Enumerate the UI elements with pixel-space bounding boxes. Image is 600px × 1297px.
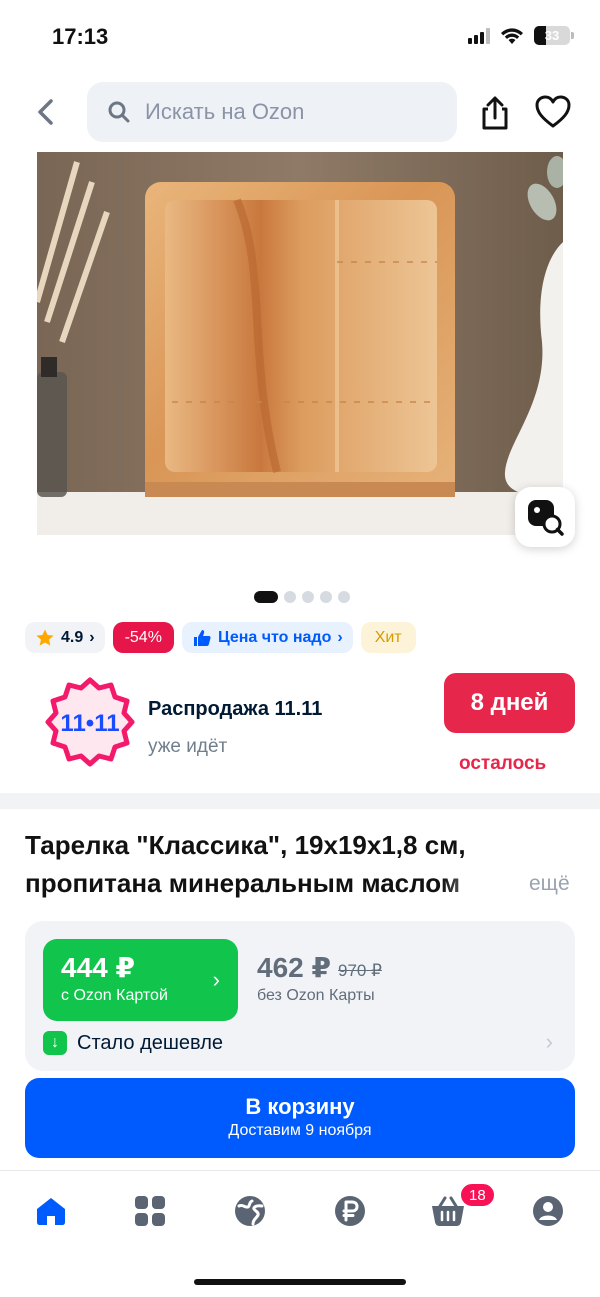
cart-count-badge: 18: [459, 1182, 496, 1208]
page-dot[interactable]: [320, 591, 332, 603]
ruble-icon: [335, 1196, 365, 1226]
page-dot[interactable]: [284, 591, 296, 603]
profile-icon: [533, 1196, 563, 1226]
bottom-navigation: 18: [0, 1170, 600, 1297]
add-to-cart-label: В корзину: [245, 1094, 355, 1119]
old-price: 970 ₽: [338, 961, 382, 980]
regular-price: 462 ₽: [257, 952, 331, 983]
product-image[interactable]: [37, 152, 563, 535]
price-drop-row[interactable]: ↓ Стало дешевле: [43, 1031, 223, 1055]
star-icon: [36, 629, 54, 646]
status-time: 17:13: [52, 24, 109, 49]
discount-badge: -54%: [112, 622, 174, 653]
product-title-line2: пропитана минеральным маслом: [25, 868, 461, 898]
header: Искать на Ozon: [0, 82, 600, 142]
product-title: Тарелка "Классика", 19х19х1,8 см, пропит…: [25, 826, 585, 902]
good-price-label: Цена что надо: [217, 628, 332, 646]
days-left-badge: 8 дней: [444, 673, 575, 733]
share-button[interactable]: [478, 94, 512, 132]
delivery-date: Доставим 9 ноября: [228, 1122, 372, 1139]
search-input[interactable]: Искать на Ozon: [87, 82, 457, 142]
chevron-right-icon: ›: [545, 1029, 553, 1054]
show-more-link[interactable]: ещё: [529, 872, 570, 896]
good-price-badge[interactable]: Цена что надо ›: [181, 622, 353, 653]
section-divider: [0, 793, 600, 809]
tab-finance[interactable]: [332, 1193, 368, 1229]
tab-fresh[interactable]: [232, 1193, 268, 1229]
regular-price-label: без Ozon Карты: [257, 987, 375, 1004]
chevron-right-icon: ›: [212, 967, 220, 992]
ozon-card-price: 444 ₽: [61, 952, 135, 983]
chevron-right-icon: ›: [337, 628, 343, 646]
battery-icon: 33: [534, 26, 574, 45]
battery-level: 33: [544, 28, 560, 43]
ozon-card-label: с Ozon Картой: [61, 987, 168, 1004]
search-placeholder: Искать на Ozon: [145, 99, 305, 124]
page-dot[interactable]: [338, 591, 350, 603]
sale-title: Распродажа 11.11: [148, 698, 323, 720]
product-photo: [37, 152, 563, 535]
days-left-label: осталось: [459, 753, 547, 774]
page-dot[interactable]: [254, 591, 278, 603]
price-drop-label: Стало дешевле: [77, 1031, 223, 1054]
wifi-icon: [501, 27, 523, 44]
share-icon: [482, 96, 508, 130]
badges-row: 4.9 › -54% Цена что надо › Хит: [25, 622, 416, 653]
product-title-line1: Тарелка "Классика", 19х19х1,8 см,: [25, 830, 466, 860]
sale-banner[interactable]: 11•11 Распродажа 11.11 уже идёт 8 дней о…: [0, 668, 600, 793]
search-icon: [108, 101, 130, 123]
chevron-right-icon: ›: [89, 628, 95, 646]
tab-home[interactable]: [33, 1193, 69, 1229]
page-dot[interactable]: [302, 591, 314, 603]
favorite-button[interactable]: [534, 94, 572, 130]
tab-profile[interactable]: [530, 1193, 566, 1229]
ozon-card-price-button[interactable]: 444 ₽ с Ozon Картой ›: [43, 939, 238, 1021]
arrow-down-icon: ↓: [43, 1031, 67, 1055]
status-icons: 33: [468, 26, 574, 45]
home-indicator: [194, 1279, 406, 1285]
heart-icon: [535, 95, 571, 128]
price-card: 444 ₽ с Ozon Картой › 462 ₽ 970 ₽ без Oz…: [25, 921, 575, 1071]
image-search-icon: [528, 500, 564, 536]
signal-icon: [468, 27, 490, 44]
rating-value: 4.9: [61, 628, 84, 646]
sale-subtitle: уже идёт: [148, 736, 228, 757]
catalog-icon: [135, 1196, 165, 1226]
rating-badge[interactable]: 4.9 ›: [25, 622, 105, 653]
tab-catalog[interactable]: [132, 1193, 168, 1229]
sale-logo-icon: 11•11: [45, 677, 135, 767]
visual-search-button[interactable]: [515, 487, 575, 547]
home-icon: [37, 1198, 65, 1225]
status-bar: 17:13 33: [0, 0, 600, 76]
add-to-cart-button[interactable]: В корзину Доставим 9 ноября: [25, 1078, 575, 1158]
sale-logo-text: 11•11: [60, 710, 119, 737]
thumbs-up-icon: [193, 629, 211, 646]
hit-badge: Хит: [360, 622, 416, 653]
gallery-pagination[interactable]: [254, 591, 350, 603]
chevron-left-icon: [38, 99, 53, 125]
globe-icon: [235, 1196, 265, 1226]
back-button[interactable]: [30, 94, 60, 130]
